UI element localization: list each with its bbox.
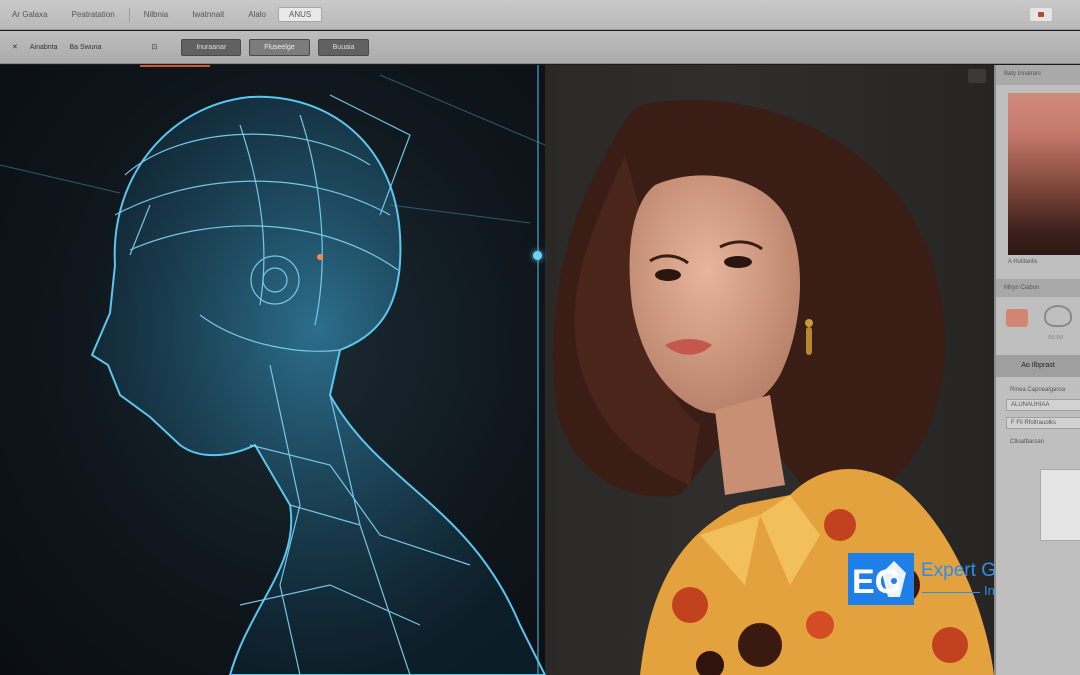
swatch-caption: A Hulitanlis [1008,259,1038,265]
panel-row-2: Ctloatbarsan [1010,439,1045,445]
panel-field-2[interactable]: F Fll Rfoltrauolks [1006,417,1080,429]
panel-icons: ∞∞ [996,297,1080,355]
comparison-divider[interactable] [537,65,539,675]
canvas-corner-icon [968,69,986,83]
scan-line [389,204,531,224]
panel-section-header: Mhyn Ciabon [996,279,1080,297]
watermark-logo: EG Expert Graphic International [848,553,994,613]
watermark-line-1: Expert Graphic [921,560,994,581]
divider-handle[interactable] [533,251,542,260]
panel-field-1[interactable]: ALUNAUHIAA [1006,399,1080,411]
toolbar-button-2[interactable]: Fluseelge [249,38,310,56]
menu-separator [128,7,130,22]
scan-line [379,74,546,146]
toolbar-item-2[interactable]: Ba Swuna [70,44,102,51]
panel-header: Baty Innalrars [996,65,1080,85]
tool-marker-icon[interactable]: ⊡ [151,43,157,51]
canvas-artwork [0,74,994,675]
cloud-icon[interactable] [1044,305,1072,327]
toolbar-button-1[interactable]: Inuraanar [181,38,242,56]
glow-point [317,254,323,260]
brush-icon[interactable] [1006,309,1028,327]
watermark-rule [922,592,980,593]
panel-thumbnail[interactable] [1040,469,1080,541]
menu-item-5[interactable]: Alalo [236,10,278,19]
logo-mark-icon: EG [848,553,914,605]
window-control-icon[interactable] [1030,8,1052,21]
toolbar-item-1[interactable]: Ainabnta [30,44,58,51]
menu-item-4[interactable]: Iwatnnait [180,10,236,19]
menu-bar: Ar Galaxa Peatratation Nilbnia Iwatnnait… [0,0,1080,30]
links-icon[interactable]: ∞∞ [1048,332,1074,343]
menu-item-3[interactable]: Nilbnia [132,10,180,19]
tool-close-icon[interactable]: ✕ [12,43,18,51]
panel-title: Ao Ilbprast [996,355,1080,377]
menu-item-2[interactable]: Peatratation [60,10,127,19]
menu-item-active[interactable]: ANUS [278,7,323,22]
watermark-line-2: International [984,583,994,598]
properties-panel: Baty Innalrars A Hulitanlis Mhyn Ciabon … [994,65,1080,675]
panel-row-1: Rinea Capnealgaroa [1010,387,1066,393]
toolbar-button-3[interactable]: Buuaia [317,38,370,56]
wireframe-figure [90,95,547,675]
menu-item-1[interactable]: Ar Galaxa [0,10,60,19]
image-canvas[interactable]: EG Expert Graphic International [0,65,994,675]
toolbar: ✕ Ainabnta Ba Swuna ⊡ Inuraanar Fluseelg… [0,31,1080,64]
scan-line [0,164,121,194]
color-swatch[interactable] [1008,93,1080,255]
